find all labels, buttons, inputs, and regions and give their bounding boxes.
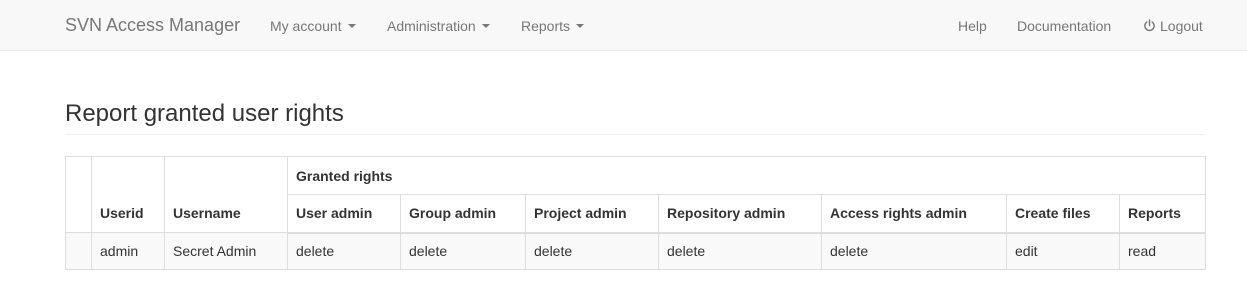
cell-reports: read (1118, 232, 1207, 270)
table-row: admin Secret Admin delete delete delete … (65, 232, 1207, 270)
header-group-admin: Group admin (400, 194, 526, 234)
row-select-cell (65, 232, 92, 270)
table-group-header-row: Userid Username Granted rights (65, 156, 1207, 233)
header-reports: Reports (1118, 194, 1207, 234)
granted-rights-table: Userid Username Granted rights User admi… (65, 156, 1207, 270)
menu-administration[interactable]: Administration (387, 17, 490, 35)
cell-create-files: edit (1006, 232, 1120, 270)
menu-my-account[interactable]: My account (270, 17, 356, 35)
brand-link[interactable]: SVN Access Manager (65, 14, 240, 36)
header-project-admin: Project admin (525, 194, 659, 234)
menu-administration-label: Administration (387, 18, 476, 34)
logout-link[interactable]: Logout (1143, 17, 1203, 35)
header-granted-rights: Granted rights (286, 156, 1207, 195)
header-username: Username (164, 156, 288, 233)
menu-my-account-label: My account (270, 18, 342, 34)
header-user-admin: User admin (287, 194, 401, 234)
help-link[interactable]: Help (958, 17, 987, 35)
chevron-down-icon (347, 24, 356, 29)
cell-username: Secret Admin (164, 232, 288, 270)
row-select-header (65, 156, 92, 233)
navbar: SVN Access Manager My account Administra… (0, 0, 1247, 51)
menu-reports[interactable]: Reports (521, 17, 585, 35)
cell-access-rights-admin: delete (821, 232, 1007, 270)
page-title: Report granted user rights (65, 100, 344, 127)
chevron-down-icon (481, 24, 490, 29)
cell-group-admin: delete (400, 232, 526, 270)
cell-repository-admin: delete (658, 232, 822, 270)
cell-project-admin: delete (525, 232, 659, 270)
header-create-files: Create files (1006, 194, 1120, 234)
chevron-down-icon (576, 24, 585, 29)
header-access-rights-admin: Access rights admin (821, 194, 1007, 234)
header-repository-admin: Repository admin (658, 194, 822, 234)
cell-user-admin: delete (287, 232, 401, 270)
cell-userid: admin (91, 232, 165, 270)
power-icon (1144, 19, 1155, 32)
logout-label: Logout (1160, 18, 1203, 34)
menu-reports-label: Reports (521, 18, 571, 34)
header-userid: Userid (91, 156, 165, 233)
documentation-link[interactable]: Documentation (1017, 17, 1111, 35)
title-divider (65, 134, 1205, 135)
